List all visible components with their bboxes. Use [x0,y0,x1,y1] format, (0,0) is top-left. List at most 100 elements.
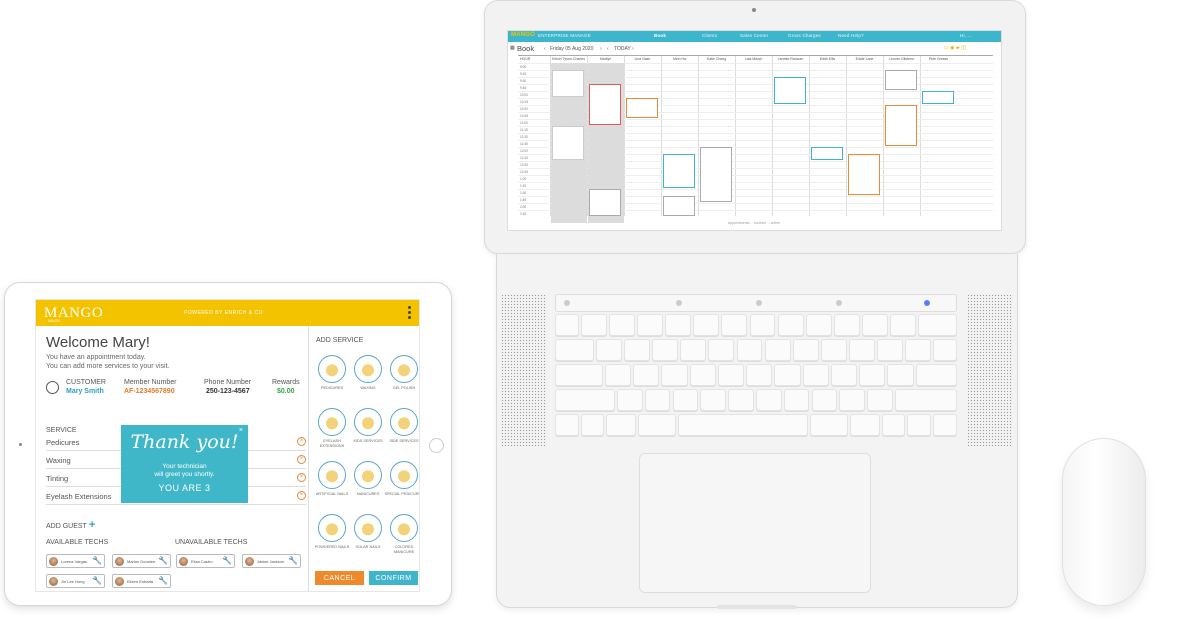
service-option-icon[interactable] [354,408,382,436]
prev-week-button[interactable]: ‹ [607,46,609,52]
keyboard-key[interactable] [637,314,664,336]
keyboard-key[interactable] [604,364,632,386]
keyboard-key[interactable] [792,339,819,361]
user-menu[interactable]: Hi, ... [960,33,972,38]
keyboard-key[interactable] [736,339,763,361]
date-label[interactable]: Friday 05 Aug 2020 [550,46,593,52]
keyboard-key[interactable] [617,389,643,411]
keyboard-key[interactable] [777,314,804,336]
keyboard-key[interactable] [746,364,773,386]
service-option-icon[interactable] [390,355,418,383]
tech-chip-available[interactable]: Eileen Estrada 🔧 [112,574,171,588]
keyboard-key[interactable] [820,339,847,361]
nav-clients[interactable]: Clients [702,33,717,38]
keyboard-key[interactable] [811,389,838,411]
keyboard-key[interactable] [905,339,932,361]
prev-day-button[interactable]: ‹ [544,46,546,52]
appointment-card[interactable] [811,147,843,160]
appointment-card[interactable] [589,84,621,125]
keyboard-key[interactable] [861,314,888,336]
keyboard-key[interactable] [887,364,914,386]
keyboard-key[interactable] [764,339,791,361]
keyboard-key[interactable] [859,364,886,386]
appointment-card[interactable] [663,196,695,216]
tech-chip-available[interactable]: Lorena Vargas 🔧 [46,554,105,568]
keyboard-key[interactable] [728,389,754,411]
nav-sales-center[interactable]: Sales Center [740,33,768,38]
appointment-card[interactable] [663,154,695,188]
toolbar-icons[interactable]: ▭ ◉ ▰ ◫ [944,45,966,51]
keyboard-key[interactable] [580,314,607,336]
next-day-button[interactable]: › [600,46,602,52]
today-button[interactable]: TODAY [614,46,631,52]
keyboard-key[interactable] [555,414,579,436]
keyboard-key[interactable] [721,314,748,336]
touchbar-volume-icon[interactable] [836,300,842,306]
confirm-button[interactable]: CONFIRM [369,571,418,585]
tech-chip-unavailable[interactable]: Elisa Castro 🔧 [176,554,235,568]
trackpad[interactable] [639,453,871,593]
keyboard-key[interactable] [555,314,579,336]
service-option-icon[interactable] [318,461,346,489]
touchbar-media-icon[interactable] [756,300,762,306]
keyboard-key[interactable] [867,389,893,411]
appointment-card[interactable] [700,147,732,202]
siri-icon[interactable] [924,300,930,306]
keyboard-key[interactable] [609,314,635,336]
remove-service-icon[interactable]: × [297,491,306,500]
touchbar-brightness-icon[interactable] [676,300,682,306]
keyboard-key[interactable] [689,364,716,386]
keyboard-key[interactable] [881,414,906,436]
service-option-icon[interactable] [318,355,346,383]
keyboard-key[interactable] [749,314,776,336]
tech-chip-unavailable[interactable]: Jackie Jackson 🔧 [242,554,301,568]
nav-gross-charges[interactable]: Gross Charges [788,33,821,38]
tech-chip-available[interactable]: Marion Donalee 🔧 [112,554,171,568]
keyboard-key[interactable] [848,339,875,361]
keyboard-key[interactable] [933,339,957,361]
keyboard-key[interactable] [933,414,957,436]
more-menu-icon[interactable] [408,306,411,319]
appointment-card[interactable] [885,70,917,90]
keyboard-key[interactable] [918,314,957,336]
keyboard[interactable] [555,314,957,448]
keyboard-key[interactable] [877,339,903,361]
service-option-icon[interactable] [354,355,382,383]
keyboard-key[interactable] [890,314,916,336]
keyboard-key[interactable] [805,314,832,336]
appointment-card[interactable] [885,105,917,146]
keyboard-key[interactable] [672,389,699,411]
appointment-card[interactable] [922,91,954,104]
service-option-icon[interactable] [390,408,418,436]
keyboard-key[interactable] [915,364,957,386]
keyboard-key[interactable] [555,364,603,386]
next-week-button[interactable]: › [632,46,634,52]
keyboard-key[interactable] [783,389,810,411]
keyboard-key[interactable] [850,414,880,436]
keyboard-key[interactable] [555,389,615,411]
keyboard-key[interactable] [839,389,866,411]
service-option-icon[interactable] [354,514,382,542]
remove-service-icon[interactable]: × [297,473,306,482]
touch-bar[interactable] [555,294,957,312]
appointment-card[interactable] [552,70,584,97]
tech-chip-available[interactable]: Jin Lee Hong 🔧 [46,574,105,588]
keyboard-key[interactable] [677,414,809,436]
keyboard-key[interactable] [580,414,605,436]
keyboard-key[interactable] [774,364,801,386]
appointment-card[interactable] [589,189,621,216]
keyboard-key[interactable] [756,389,782,411]
appointment-card[interactable] [626,98,658,118]
keyboard-key[interactable] [717,364,745,386]
keyboard-key[interactable] [693,314,720,336]
keyboard-key[interactable] [633,364,660,386]
keyboard-key[interactable] [833,314,860,336]
keyboard-key[interactable] [665,314,692,336]
nav-book[interactable]: Book [654,33,666,38]
cancel-button[interactable]: CANCEL [315,571,364,585]
remove-service-icon[interactable]: × [297,455,306,464]
keyboard-key[interactable] [606,414,637,436]
tablet-home-button[interactable] [429,438,444,453]
add-guest-button[interactable]: ADD GUEST + [46,519,95,531]
magic-mouse[interactable] [1062,438,1146,606]
